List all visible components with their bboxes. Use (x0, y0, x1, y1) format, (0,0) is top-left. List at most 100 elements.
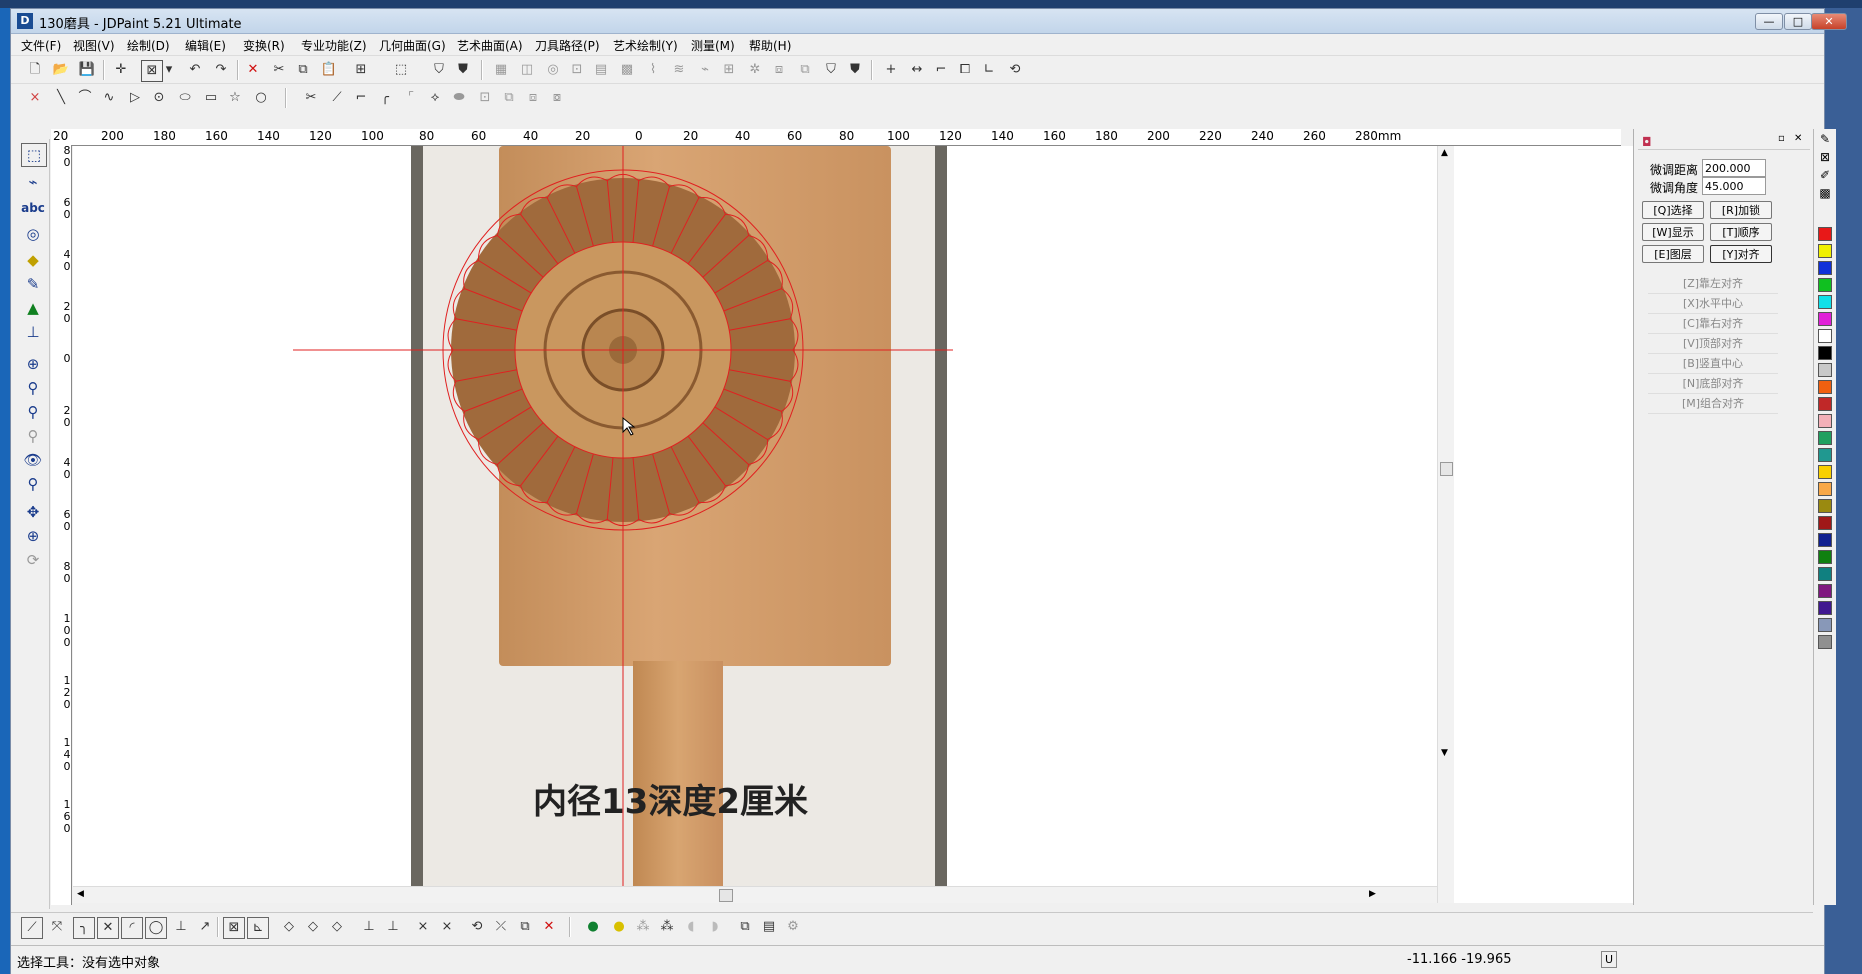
node-delete-icon[interactable]: ⨯ (413, 917, 433, 937)
redo-icon[interactable]: ↷ (211, 60, 231, 80)
menu-art-surface[interactable]: 艺术曲面(A) (457, 37, 523, 54)
undo-icon[interactable]: ↶ (185, 60, 205, 80)
menu-pro-functions[interactable]: 专业功能(Z) (301, 37, 367, 54)
arc-icon[interactable]: ⌒ (75, 88, 95, 108)
align-hcenter-option[interactable]: [X]水平中心 (1648, 295, 1778, 314)
view-3d-icon[interactable]: ⬚ (391, 60, 411, 80)
scroll-thumb[interactable] (1440, 462, 1453, 476)
copy-format-icon[interactable]: ⧉ (735, 917, 755, 937)
align-base-icon[interactable]: ⊥ (359, 917, 379, 937)
point-icon[interactable]: + (881, 60, 901, 80)
cancel-icon[interactable]: ✕ (539, 917, 559, 937)
grid-icon[interactable]: ⊞ (351, 60, 371, 80)
snap-diamond3-icon[interactable]: ◇ (327, 917, 347, 937)
snap-intersection-icon[interactable]: ✕ (97, 917, 119, 939)
color-swatch[interactable] (1818, 567, 1832, 581)
select-tool-icon[interactable]: ⬚ (21, 143, 47, 167)
zoom-prev-icon[interactable]: ⚲ (21, 425, 45, 447)
open-folder-icon[interactable]: 📂 (51, 60, 71, 80)
snap-diamond2-icon[interactable]: ◇ (303, 917, 323, 937)
new-file-icon[interactable]: 🗋 (25, 60, 45, 80)
align-right-option[interactable]: [C]靠右对齐 (1648, 315, 1778, 334)
close-button[interactable]: ✕ (1811, 13, 1847, 30)
color-swatch[interactable] (1818, 295, 1832, 309)
ellipse-icon[interactable]: ⬭ (175, 88, 195, 108)
copy-icon[interactable]: ⧉ (293, 60, 313, 80)
fillet-icon[interactable]: ╭ (375, 88, 395, 108)
shield-grey-icon[interactable]: ⛊ (845, 60, 865, 80)
offset-icon[interactable]: ◎ (543, 60, 563, 80)
color-swatch[interactable] (1818, 431, 1832, 445)
color-swatch[interactable] (1818, 533, 1832, 547)
minimize-button[interactable]: — (1755, 13, 1783, 30)
color-swatch[interactable] (1818, 465, 1832, 479)
hatch-icon[interactable]: ▤ (759, 917, 779, 937)
circle-center-icon[interactable]: ⊙ (149, 88, 169, 108)
color-swatch[interactable] (1818, 278, 1832, 292)
move-group-icon[interactable]: ⧈ (523, 88, 543, 108)
menu-view[interactable]: 视图(V) (73, 37, 115, 54)
light-yellow-icon[interactable]: ● (609, 917, 629, 937)
order-button[interactable]: [T]顺序 (1710, 223, 1772, 241)
layer-button[interactable]: [E]图层 (1642, 245, 1704, 263)
triangle-icon[interactable]: ▷ (125, 88, 145, 108)
line-icon[interactable]: ╲ (51, 88, 71, 108)
zoom-window-icon[interactable]: ⊕ (21, 353, 45, 375)
horizontal-scrollbar[interactable]: ◀ ▶ (73, 886, 1437, 903)
rectangle-icon[interactable]: ▭ (201, 88, 221, 108)
color-swatch[interactable] (1818, 227, 1832, 241)
explode-icon[interactable]: ✲ (745, 60, 765, 80)
copy-transform-icon[interactable]: ⧉ (499, 88, 519, 108)
curve-icon[interactable]: ∿ (99, 88, 119, 108)
menu-geometric-surface[interactable]: 几何曲面(G) (379, 37, 446, 54)
menu-measure[interactable]: 测量(M) (691, 37, 735, 54)
color-swatch[interactable] (1818, 414, 1832, 428)
color-swatch[interactable] (1818, 397, 1832, 411)
color-swatch[interactable] (1818, 550, 1832, 564)
pen-tool-icon[interactable]: ✎ (21, 273, 45, 295)
shield-outline-icon[interactable]: ⛉ (821, 60, 841, 80)
circle-icon[interactable]: ○ (251, 88, 271, 108)
color-swatch[interactable] (1818, 363, 1832, 377)
transform2-icon[interactable]: ⤫ (491, 917, 511, 937)
shield-icon[interactable]: ⛉ (429, 60, 449, 80)
zoom-out-icon[interactable]: ⚲ (21, 401, 45, 423)
menu-edit[interactable]: 编辑(E) (185, 37, 226, 54)
node-delete2-icon[interactable]: ⨯ (437, 917, 457, 937)
align-base2-icon[interactable]: ⊥ (383, 917, 403, 937)
delete-icon[interactable]: ✕ (243, 60, 263, 80)
paste-icon[interactable]: 📋 (319, 60, 339, 80)
scroll-down-arrow-icon[interactable]: ▼ (1441, 748, 1448, 758)
shield-filled-icon[interactable]: ⛊ (453, 60, 473, 80)
color-swatch[interactable] (1818, 448, 1832, 462)
view-eye-icon[interactable]: 👁 (21, 449, 45, 471)
color-swatch[interactable] (1818, 261, 1832, 275)
select-button[interactable]: [Q]选择 (1642, 201, 1704, 219)
drawing-canvas[interactable]: 内径13深度2厘米 ▲ ▼ ◀ ▶ (73, 146, 1633, 903)
text-tool-icon[interactable]: abc (21, 197, 45, 219)
color-swatch[interactable] (1818, 601, 1832, 615)
crosshair-snap-icon[interactable]: ✛ (111, 60, 131, 80)
paint-bucket-icon[interactable]: ▲ (21, 297, 45, 319)
select-box-icon[interactable]: ⊠ (141, 60, 163, 82)
menu-help[interactable]: 帮助(H) (749, 37, 791, 54)
measure-angle-icon[interactable]: ∟ (979, 60, 999, 80)
panel-pin-icon[interactable]: ▫ (1778, 133, 1785, 144)
scroll-up-arrow-icon[interactable]: ▲ (1441, 148, 1448, 158)
mirror-icon[interactable]: ◫ (517, 60, 537, 80)
rotate-view-icon[interactable]: ⟲ (1005, 60, 1025, 80)
hint2-icon[interactable]: ◗ (705, 917, 725, 937)
fine-angle-input[interactable] (1702, 177, 1766, 195)
zoom-all-icon[interactable]: ⚲ (21, 473, 45, 495)
snap-ortho-icon[interactable]: ⊾ (247, 917, 269, 939)
snap-circle-icon[interactable]: ◯ (145, 917, 167, 939)
shape-tool-icon[interactable]: ◎ (21, 223, 45, 245)
rotate-tool-icon[interactable]: ⟳ (21, 549, 45, 571)
point-draw-icon[interactable]: × (25, 88, 45, 108)
scroll-right-arrow-icon[interactable]: ▶ (1369, 889, 1376, 899)
pencil-icon[interactable]: ✎ (1817, 131, 1833, 147)
vertical-scrollbar[interactable]: ▲ ▼ (1437, 146, 1454, 903)
dropdown-arrow-icon[interactable]: ▾ (163, 60, 175, 80)
trim-icon[interactable]: ✂ (301, 88, 321, 108)
snap-tangent-icon[interactable]: ◜ (121, 917, 143, 939)
